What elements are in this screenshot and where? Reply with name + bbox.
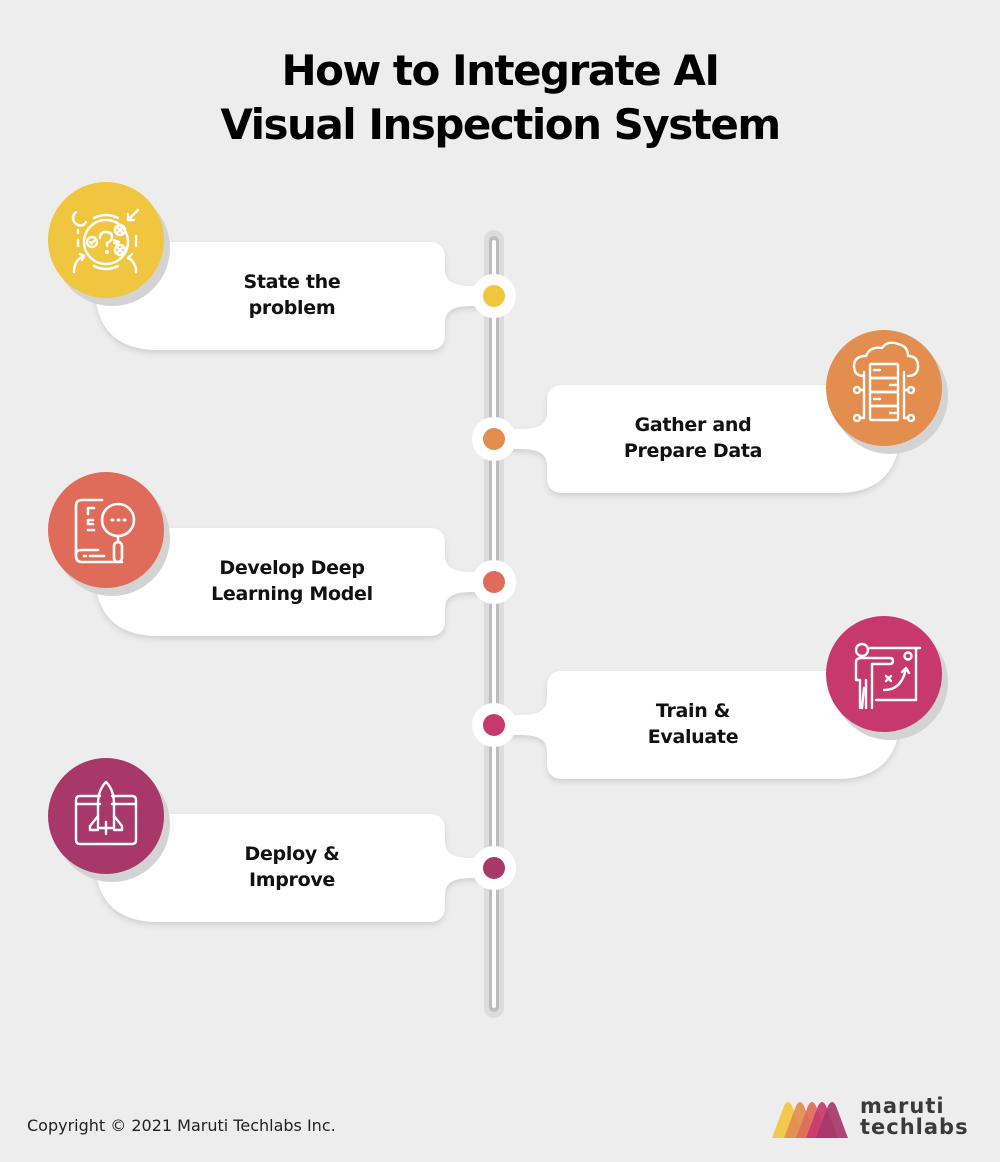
logo-line-1: maruti xyxy=(860,1094,945,1118)
step-5-label: Deploy & Improve xyxy=(162,841,422,893)
step-5-icon-badge xyxy=(48,758,164,874)
step-1-label-line-2: problem xyxy=(248,297,336,319)
rocket-launch-icon xyxy=(74,780,138,846)
step-1-icon-badge xyxy=(48,182,164,298)
step-3-node-dot xyxy=(483,571,505,593)
step-3-icon-badge xyxy=(48,472,164,588)
step-2-label-line-2: Prepare Data xyxy=(623,440,763,462)
step-5-label-line-1: Deploy & xyxy=(244,843,340,865)
step-1-label-line-1: State the xyxy=(243,271,341,293)
step-5-node-dot xyxy=(483,857,505,879)
step-4-icon-badge xyxy=(826,616,942,732)
book-search-icon xyxy=(74,498,136,564)
presentation-strategy-icon xyxy=(854,642,922,710)
step-2-label: Gather and Prepare Data xyxy=(563,412,823,464)
step-4-node-dot xyxy=(483,714,505,736)
maruti-techlabs-logo[interactable]: maruti techlabs xyxy=(770,1096,980,1142)
step-1-node-dot xyxy=(483,285,505,307)
step-2-node-dot xyxy=(483,428,505,450)
copyright-text: Copyright © 2021 Maruti Techlabs Inc. xyxy=(27,1116,336,1135)
step-2-label-line-1: Gather and xyxy=(634,414,752,436)
step-4-label-line-1: Train & xyxy=(655,700,731,722)
step-3-label-line-2: Learning Model xyxy=(211,583,373,605)
step-3-label-line-1: Develop Deep xyxy=(219,557,365,579)
logo-wordmark: maruti techlabs xyxy=(860,1096,969,1138)
logo-mark-icon xyxy=(772,1102,848,1138)
problem-solving-icon xyxy=(71,208,140,274)
step-2-icon-badge xyxy=(826,330,942,446)
cloud-server-icon xyxy=(852,341,920,423)
step-3-label: Develop Deep Learning Model xyxy=(162,555,422,607)
step-4-label-line-2: Evaluate xyxy=(647,726,739,748)
step-4-label: Train & Evaluate xyxy=(563,698,823,750)
logo-line-2: techlabs xyxy=(860,1115,969,1139)
step-5-label-line-2: Improve xyxy=(248,869,336,891)
step-1-label: State the problem xyxy=(162,269,422,321)
